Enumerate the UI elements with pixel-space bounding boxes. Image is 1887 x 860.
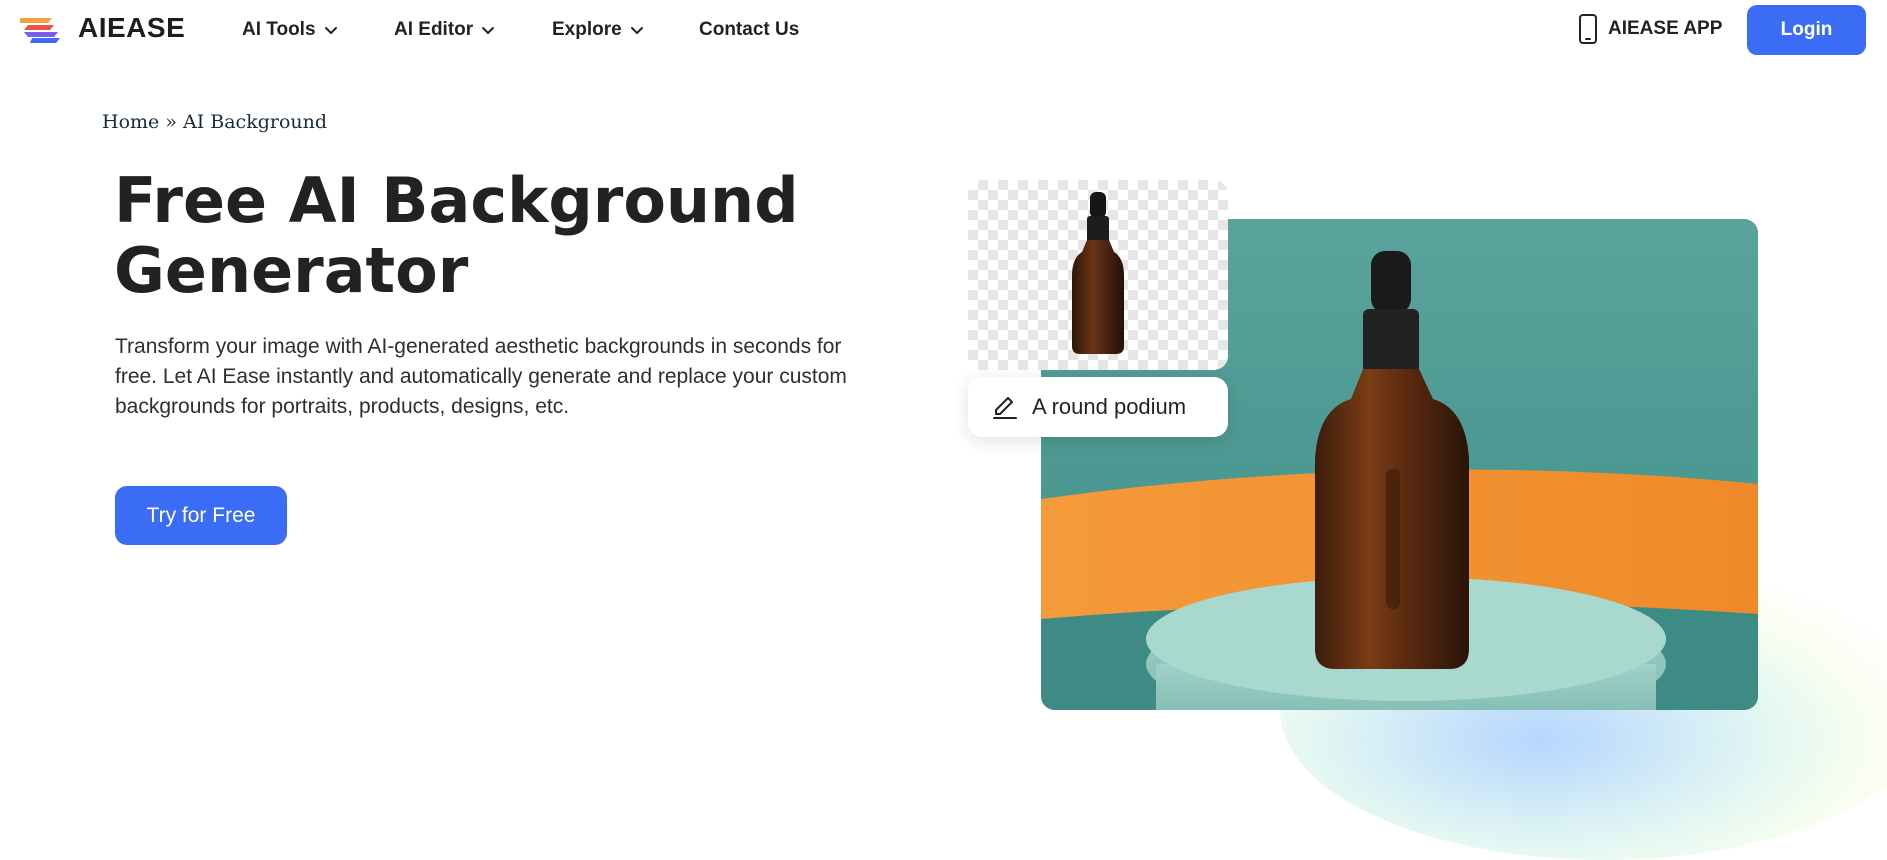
- brand-name: AIEASE: [78, 12, 186, 43]
- hero-description: Transform your image with AI-generated a…: [115, 332, 930, 422]
- breadcrumb-home[interactable]: Home: [102, 111, 159, 133]
- cutout-preview-card: [968, 180, 1228, 370]
- breadcrumb-current: AI Background: [183, 111, 328, 133]
- nav-ai-editor[interactable]: AI Editor: [394, 0, 495, 60]
- chevron-down-icon: [630, 27, 643, 34]
- phone-icon: [1579, 14, 1597, 44]
- cutout-bottle-image: [1072, 192, 1124, 354]
- aiease-app-label: AIEASE APP: [1608, 18, 1723, 39]
- hero-description-line-3: backgrounds for portraits, products, des…: [115, 395, 570, 418]
- chevron-down-icon: [482, 27, 495, 34]
- nav-ai-tools-label: AI Tools: [242, 19, 316, 40]
- page-title-line-1: Free AI Background: [114, 164, 799, 237]
- try-for-free-button[interactable]: Try for Free: [115, 486, 287, 545]
- prompt-text: A round podium: [1032, 394, 1187, 419]
- login-button[interactable]: Login: [1747, 5, 1866, 55]
- nav-ai-editor-label: AI Editor: [394, 19, 474, 40]
- aiease-app-link[interactable]: AIEASE APP: [1578, 14, 1722, 44]
- hero-description-line-2: free. Let AI Ease instantly and automati…: [115, 365, 847, 388]
- page-title-line-2: Generator: [114, 234, 469, 307]
- brand-logo[interactable]: AIEASE: [18, 12, 185, 44]
- page-title: Free AI Background Generator: [114, 166, 874, 306]
- breadcrumb: Home » AI Background: [102, 111, 327, 133]
- aiease-logo-icon: [20, 18, 60, 43]
- breadcrumb-separator: »: [159, 111, 183, 133]
- chevron-down-icon: [324, 27, 337, 34]
- site-header: AIEASE AI Tools AI Editor Explore Contac…: [0, 0, 1887, 60]
- nav-contact-us-label: Contact Us: [699, 19, 800, 40]
- nav-contact-us[interactable]: Contact Us: [699, 0, 799, 60]
- hero-description-line-1: Transform your image with AI-generated a…: [115, 335, 842, 358]
- pencil-icon: [993, 397, 1017, 419]
- nav-explore[interactable]: Explore: [552, 0, 644, 60]
- nav-ai-tools[interactable]: AI Tools: [242, 0, 338, 60]
- nav-explore-label: Explore: [552, 19, 622, 40]
- prompt-chip[interactable]: A round podium: [968, 377, 1228, 437]
